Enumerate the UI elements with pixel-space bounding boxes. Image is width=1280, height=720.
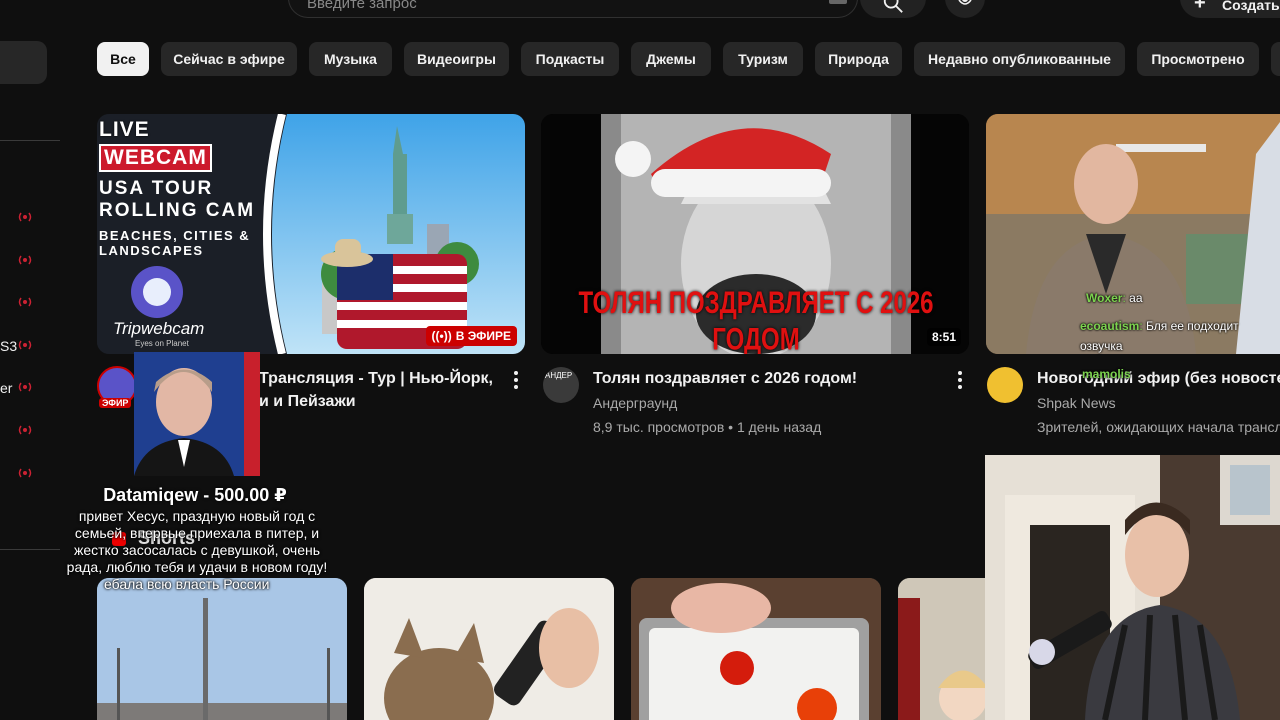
avatar-live-badge: ЭФИР [99,398,132,408]
thumbnail-art [364,578,614,720]
donation-extra-text: ебала всю власть России [104,576,270,592]
donation-image [134,352,260,476]
chip-jams[interactable]: Джемы [631,42,711,76]
plus-icon: + [1194,0,1206,14]
chip-podcasts[interactable]: Подкасты [521,42,619,76]
video-meta: 8,9 тыс. просмотров • 1 день назад [593,419,822,435]
create-button[interactable]: + Создать [1180,0,1280,18]
chat-text: озвучка [1080,339,1123,353]
chip-nature[interactable]: Природа [815,42,902,76]
video-meta: Зрителей, ожидающих начала трансляции [1037,419,1280,435]
video-thumbnail[interactable]: LIVE WEBCAM USA TOUR ROLLING CAM BEACHES… [97,114,525,354]
chat-message: Woxer: аа [1086,291,1143,305]
more-options-icon[interactable] [514,371,518,392]
short-thumbnail[interactable] [631,578,881,720]
short-thumbnail[interactable] [898,578,998,720]
search-box[interactable]: Введите запрос [288,0,858,18]
more-options-icon[interactable] [958,371,962,392]
video-title[interactable]: Толян поздравляет с 2026 годом! [593,368,857,390]
chip-recent[interactable]: Недавно опубликованные [914,42,1125,76]
thumb-subtitle-line: BEACHES, CITIES & [99,228,251,243]
live-icon [18,382,32,392]
voice-search-button[interactable] [945,0,985,18]
thumb-webcam-word: WEBCAM [99,144,212,172]
thumb-brand-tag: Eyes on Planet [135,339,189,348]
chip-live[interactable]: Сейчас в эфире [161,42,297,76]
donation-message-text: привет Хесус, праздную новый год с семье… [66,508,328,575]
thumb-subtitle-line: LANDSCAPES [99,243,204,258]
donation-title: Datamiqew - 500.00 ₽ [103,485,287,505]
live-icon [18,425,32,435]
chip-watched[interactable]: Просмотрено [1137,42,1259,76]
streamer-webcam [985,455,1280,720]
create-button-label: Создать [1222,0,1280,13]
sidebar-divider [0,140,60,141]
sidebar-subscription-label[interactable]: er [0,380,12,396]
live-icon [18,255,32,265]
thumbnail-art [631,578,881,720]
short-thumbnail[interactable] [364,578,614,720]
thumbnail-art [97,578,347,720]
channel-avatar[interactable] [987,367,1023,403]
chat-text: Бля ее подходит [1146,319,1239,333]
live-icon: ((•)) [431,329,452,343]
live-badge: ((•)) В ЭФИРЕ [425,326,517,346]
video-title[interactable]: Новогодний эфир (без новостей) [1037,368,1280,390]
thumbnail-art [898,578,998,720]
channel-avatar[interactable]: АНДЕР [543,367,579,403]
video-title-line2[interactable]: и и Пейзажи [259,391,356,413]
webcam-feed [985,455,1280,720]
video-thumbnail[interactable]: ТОЛЯН ПОЗДРАВЛЯЕТ С 2026 ГОДОМ 8:51 [541,114,969,354]
live-badge-label: В ЭФИРЕ [455,329,511,343]
live-icon [18,297,32,307]
chip-all[interactable]: Все [97,42,149,76]
thumb-title-line: ROLLING CAM [99,200,256,221]
channel-name[interactable]: Андерграунд [593,393,677,413]
chip-next[interactable] [1271,42,1280,76]
chat-username: ecoautism [1080,319,1140,333]
live-icon [18,468,32,478]
channel-name[interactable]: Shpak News [1037,393,1116,413]
chat-username: Woxer [1086,291,1123,305]
sidebar-subscription-label[interactable]: S3 [0,338,17,354]
thumb-caption: ТОЛЯН ПОЗДРАВЛЯЕТ С 2026 ГОДОМ [578,285,934,354]
thumb-live-word: LIVE [99,118,150,141]
channel-avatar-text: АНДЕР [545,371,573,380]
donation-portrait [134,352,260,476]
video-duration: 8:51 [926,328,961,346]
thumb-brand: Tripwebcam [113,319,205,338]
chip-games[interactable]: Видеоигры [404,42,509,76]
donation-message: привет Хесус, праздную новый год с семье… [56,508,338,593]
keyboard-icon[interactable] [829,0,847,4]
live-icon [18,212,32,222]
short-thumbnail[interactable] [97,578,347,720]
chat-username: mamolis [1082,367,1131,381]
chip-music[interactable]: Музыка [309,42,392,76]
chip-tourism[interactable]: Туризм [723,42,803,76]
sidebar-divider [0,549,60,550]
video-title[interactable]: Трансляция - Тур | Нью-Йорк, [259,368,493,390]
chat-message: ecoautism: Бля ее подходит [1080,319,1239,333]
live-icon [18,340,32,350]
chat-text: аа [1129,291,1143,305]
search-icon [883,0,903,13]
search-input[interactable]: Введите запрос [307,0,417,12]
search-button[interactable] [860,0,926,18]
sidebar-item-home[interactable] [0,41,47,84]
screen: Введите запрос + Создать S3 er Все Сейча… [0,0,1280,720]
microphone-icon [958,0,972,5]
thumb-title-line: USA TOUR [99,178,214,199]
